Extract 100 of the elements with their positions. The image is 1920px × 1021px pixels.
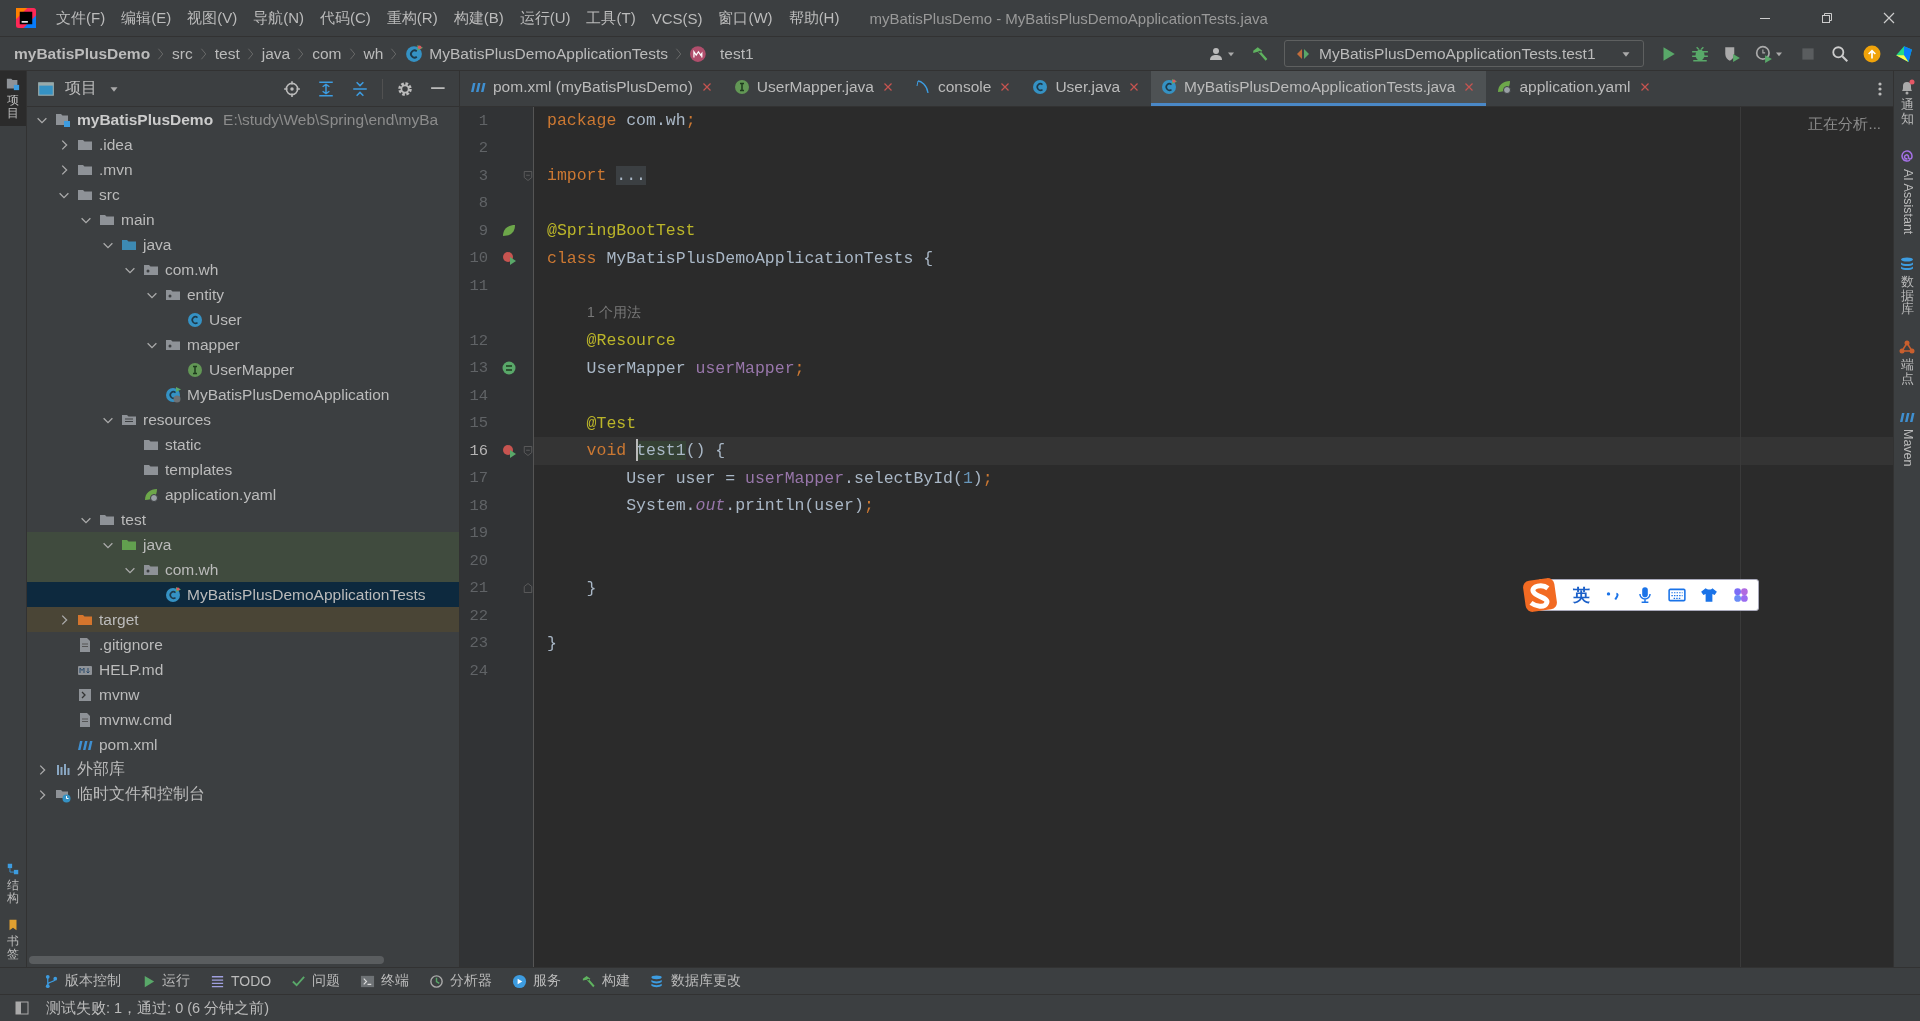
- hammer-icon: [581, 973, 597, 989]
- interface-icon: [733, 79, 750, 95]
- tree-item[interactable]: User: [27, 307, 459, 332]
- tree-item[interactable]: com.wh: [27, 257, 459, 282]
- run-test-icon[interactable]: [501, 250, 517, 267]
- leaf-icon[interactable]: [501, 222, 517, 239]
- menu-item[interactable]: 重构(R): [378, 3, 446, 33]
- editor-tab[interactable]: pom.xml (myBatisPlusDemo): [460, 71, 724, 106]
- menu-item[interactable]: 编辑(E): [113, 3, 180, 33]
- project-view-selector[interactable]: 项目: [37, 78, 121, 99]
- breadcrumb[interactable]: wh: [359, 44, 388, 63]
- tree-item[interactable]: pom.xml: [27, 732, 459, 757]
- tool-window-button[interactable]: 分析器: [423, 972, 499, 990]
- tree-item[interactable]: mapper: [27, 332, 459, 357]
- tool-window-button[interactable]: 端点: [1894, 339, 1920, 387]
- tree-item[interactable]: .gitignore: [27, 632, 459, 657]
- usage-hint[interactable]: 1 个用法: [587, 304, 641, 323]
- tool-window-button[interactable]: Maven: [1894, 408, 1920, 467]
- class-icon: [1032, 79, 1049, 95]
- menu-item[interactable]: 帮助(H): [780, 3, 848, 33]
- tree-item[interactable]: main: [27, 207, 459, 232]
- tool-window-button[interactable]: 项目: [0, 71, 26, 127]
- clover-icon[interactable]: [1732, 586, 1750, 604]
- breadcrumb[interactable]: src: [168, 44, 197, 63]
- play-icon: [512, 973, 528, 989]
- menu-item[interactable]: 工具(T): [578, 3, 644, 33]
- code-line: void test1() {: [585, 441, 726, 461]
- editor-tab[interactable]: console: [905, 71, 1023, 106]
- breadcrumb[interactable]: com: [308, 44, 346, 63]
- breadcrumb[interactable]: java: [257, 44, 295, 63]
- tree-item[interactable]: myBatisPlusDemo E:\study\Web\Spring\end\myBa: [27, 107, 459, 132]
- tool-window-button[interactable]: 构建: [575, 972, 637, 990]
- tree-item[interactable]: MyBatisPlusDemoApplication: [27, 382, 459, 407]
- scrollbar[interactable]: [29, 956, 384, 964]
- editor-tab[interactable]: application.yaml: [1486, 71, 1662, 106]
- run-test-icon[interactable]: [501, 442, 517, 459]
- tree-item[interactable]: HELP.md: [27, 657, 459, 682]
- editor-tab[interactable]: MyBatisPlusDemoApplicationTests.java: [1151, 71, 1487, 106]
- editor-tab[interactable]: User.java: [1022, 71, 1152, 106]
- user-icon: [1209, 45, 1225, 62]
- keyboard-icon[interactable]: [1668, 586, 1686, 604]
- restore-icon: [1819, 10, 1835, 26]
- tree-item[interactable]: java: [27, 532, 459, 557]
- tool-window-button[interactable]: 终端: [354, 972, 416, 990]
- breadcrumb[interactable]: MyBatisPlusDemoApplicationTests: [401, 44, 672, 63]
- editor-tab[interactable]: UserMapper.java: [723, 71, 905, 106]
- tree-item[interactable]: static: [27, 432, 459, 457]
- tree-item[interactable]: application.yaml: [27, 482, 459, 507]
- tree-item[interactable]: java: [27, 232, 459, 257]
- menu-item[interactable]: 代码(C): [312, 3, 379, 33]
- tree-item[interactable]: mvnw: [27, 682, 459, 707]
- tool-window-button[interactable]: 数据库: [1894, 255, 1920, 318]
- menu-item[interactable]: 导航(N): [245, 3, 312, 33]
- tool-window-button[interactable]: 数据库更改: [644, 972, 748, 990]
- tool-window-button[interactable]: 结构: [0, 856, 26, 912]
- tree-item[interactable]: target: [27, 607, 459, 632]
- breadcrumb[interactable]: test: [210, 44, 244, 63]
- tree-item[interactable]: templates: [27, 457, 459, 482]
- tool-window-button[interactable]: 服务: [506, 972, 568, 990]
- tree-item[interactable]: com.wh: [27, 557, 459, 582]
- run-config-dropdown[interactable]: MyBatisPlusDemoApplicationTests.test1: [1284, 40, 1644, 67]
- menu-item[interactable]: 视图(V): [179, 3, 246, 33]
- tool-window-button[interactable]: 版本控制: [38, 972, 127, 990]
- file-icon: [77, 636, 93, 653]
- menu-item[interactable]: 窗口(W): [710, 3, 781, 33]
- menu-item[interactable]: 文件(F): [48, 3, 114, 33]
- tree-item[interactable]: test: [27, 507, 459, 532]
- tree-item[interactable]: resources: [27, 407, 459, 432]
- tool-window-button[interactable]: 书签: [0, 911, 26, 967]
- bean-icon[interactable]: [501, 360, 517, 377]
- toggle-panel-button[interactable]: [14, 1000, 30, 1016]
- tree-item[interactable]: entity: [27, 282, 459, 307]
- tree-item[interactable]: src: [27, 182, 459, 207]
- tool-window-button[interactable]: TODO: [204, 973, 278, 989]
- tool-window-button[interactable]: 通知: [1894, 79, 1920, 127]
- database-icon: [1899, 255, 1915, 272]
- input-mode-toggle[interactable]: 英: [1573, 583, 1590, 607]
- breadcrumb[interactable]: test1: [685, 44, 758, 63]
- tool-window-button[interactable]: AI Assistant: [1894, 148, 1920, 234]
- spiral-icon: [1899, 148, 1915, 165]
- tool-window-button[interactable]: 问题: [285, 972, 347, 990]
- tree-item[interactable]: MyBatisPlusDemoApplicationTests: [27, 582, 459, 607]
- tree-item[interactable]: .mvn: [27, 157, 459, 182]
- tool-window-button[interactable]: 运行: [135, 972, 196, 990]
- tree-item[interactable]: .idea: [27, 132, 459, 157]
- microphone-icon[interactable]: [1636, 586, 1654, 604]
- shirt-icon[interactable]: [1700, 586, 1718, 604]
- shield-icon: [1723, 44, 1741, 63]
- window-title: myBatisPlusDemo - MyBatisPlusDemoApplicationTests.java: [869, 9, 1269, 27]
- nodes-icon: [1899, 339, 1915, 356]
- tree-item[interactable]: 外部库: [27, 757, 459, 782]
- menu-item[interactable]: VCS(S): [643, 3, 711, 33]
- test-class-icon: [165, 586, 181, 603]
- breadcrumb[interactable]: myBatisPlusDemo: [10, 44, 155, 63]
- tree-item[interactable]: UserMapper: [27, 357, 459, 382]
- search-icon: [1831, 44, 1849, 63]
- menu-item[interactable]: 运行(U): [511, 3, 579, 33]
- menu-item[interactable]: 构建(B): [445, 3, 512, 33]
- tree-item[interactable]: 临时文件和控制台: [27, 782, 459, 807]
- tree-item[interactable]: mvnw.cmd: [27, 707, 459, 732]
